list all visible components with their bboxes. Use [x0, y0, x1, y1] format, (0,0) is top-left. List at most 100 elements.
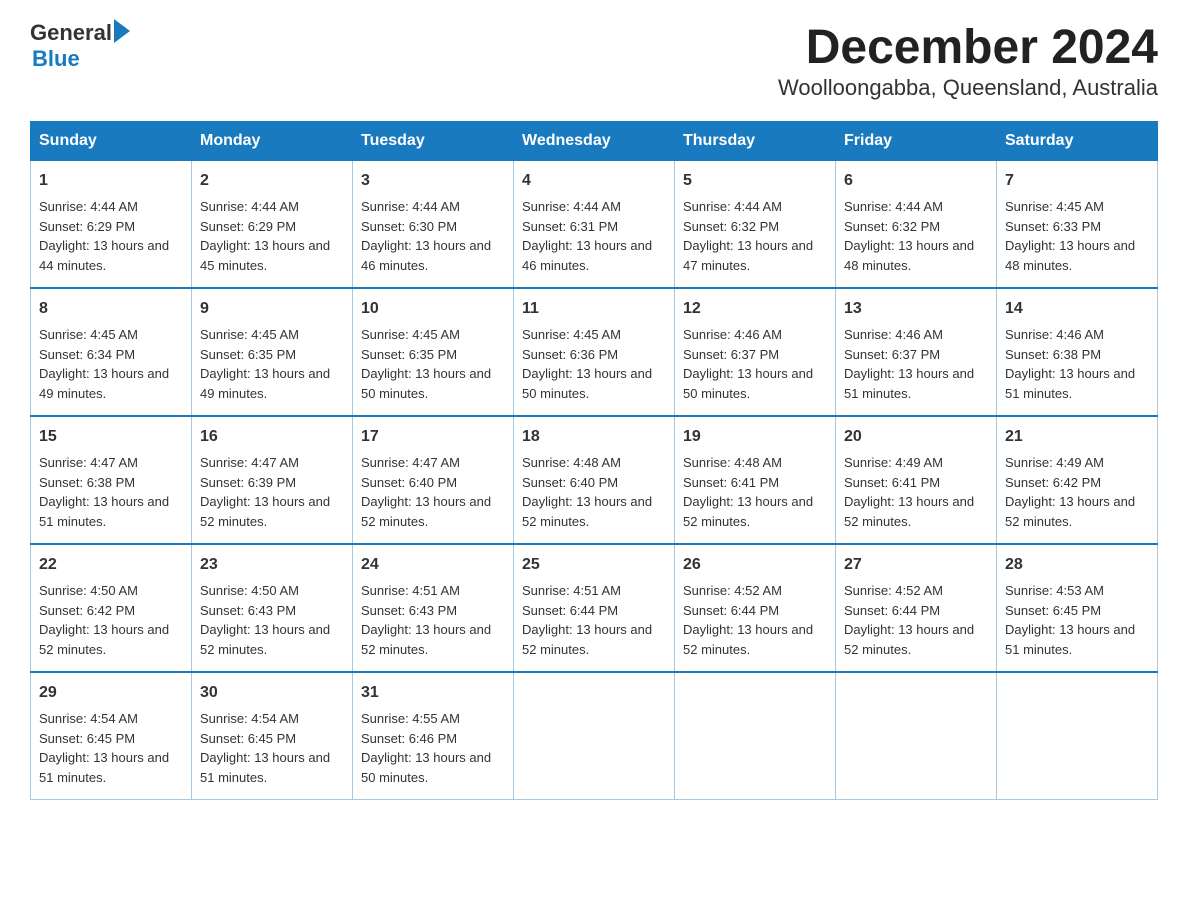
- calendar-cell: [836, 672, 997, 800]
- day-info: Sunrise: 4:45 AMSunset: 6:36 PMDaylight:…: [522, 327, 652, 401]
- day-info: Sunrise: 4:45 AMSunset: 6:34 PMDaylight:…: [39, 327, 169, 401]
- day-number: 2: [200, 169, 344, 193]
- calendar-cell: 25 Sunrise: 4:51 AMSunset: 6:44 PMDayligh…: [514, 544, 675, 672]
- calendar-cell: 8 Sunrise: 4:45 AMSunset: 6:34 PMDaylight…: [31, 288, 192, 416]
- day-number: 21: [1005, 425, 1149, 449]
- calendar-cell: 12 Sunrise: 4:46 AMSunset: 6:37 PMDayligh…: [675, 288, 836, 416]
- calendar-cell: 20 Sunrise: 4:49 AMSunset: 6:41 PMDayligh…: [836, 416, 997, 544]
- day-number: 29: [39, 681, 183, 705]
- day-number: 28: [1005, 553, 1149, 577]
- calendar-cell: 1 Sunrise: 4:44 AMSunset: 6:29 PMDaylight…: [31, 161, 192, 289]
- day-number: 11: [522, 297, 666, 321]
- day-number: 7: [1005, 169, 1149, 193]
- day-header-saturday: Saturday: [997, 122, 1158, 161]
- day-number: 17: [361, 425, 505, 449]
- day-info: Sunrise: 4:46 AMSunset: 6:38 PMDaylight:…: [1005, 327, 1135, 401]
- calendar-cell: [675, 672, 836, 800]
- calendar-cell: 28 Sunrise: 4:53 AMSunset: 6:45 PMDayligh…: [997, 544, 1158, 672]
- day-number: 19: [683, 425, 827, 449]
- day-number: 24: [361, 553, 505, 577]
- day-info: Sunrise: 4:52 AMSunset: 6:44 PMDaylight:…: [844, 583, 974, 657]
- calendar-cell: 4 Sunrise: 4:44 AMSunset: 6:31 PMDaylight…: [514, 161, 675, 289]
- day-number: 30: [200, 681, 344, 705]
- logo-arrow-icon: [114, 19, 130, 43]
- calendar-week-row: 15 Sunrise: 4:47 AMSunset: 6:38 PMDayligh…: [31, 416, 1158, 544]
- calendar-cell: 27 Sunrise: 4:52 AMSunset: 6:44 PMDayligh…: [836, 544, 997, 672]
- day-number: 15: [39, 425, 183, 449]
- day-number: 3: [361, 169, 505, 193]
- day-number: 26: [683, 553, 827, 577]
- day-number: 20: [844, 425, 988, 449]
- day-number: 23: [200, 553, 344, 577]
- day-info: Sunrise: 4:44 AMSunset: 6:29 PMDaylight:…: [39, 199, 169, 273]
- calendar-cell: 7Sunrise: 4:45 AMSunset: 6:33 PMDaylight…: [997, 161, 1158, 289]
- day-number: 12: [683, 297, 827, 321]
- calendar-cell: 11 Sunrise: 4:45 AMSunset: 6:36 PMDayligh…: [514, 288, 675, 416]
- calendar-cell: 3 Sunrise: 4:44 AMSunset: 6:30 PMDaylight…: [353, 161, 514, 289]
- calendar-cell: 22Sunrise: 4:50 AMSunset: 6:42 PMDayligh…: [31, 544, 192, 672]
- calendar-cell: 21Sunrise: 4:49 AMSunset: 6:42 PMDayligh…: [997, 416, 1158, 544]
- day-number: 25: [522, 553, 666, 577]
- day-header-friday: Friday: [836, 122, 997, 161]
- day-header-thursday: Thursday: [675, 122, 836, 161]
- day-info: Sunrise: 4:48 AMSunset: 6:41 PMDaylight:…: [683, 455, 813, 529]
- day-number: 31: [361, 681, 505, 705]
- calendar-cell: 17Sunrise: 4:47 AMSunset: 6:40 PMDayligh…: [353, 416, 514, 544]
- day-info: Sunrise: 4:47 AMSunset: 6:39 PMDaylight:…: [200, 455, 330, 529]
- day-info: Sunrise: 4:53 AMSunset: 6:45 PMDaylight:…: [1005, 583, 1135, 657]
- day-info: Sunrise: 4:49 AMSunset: 6:41 PMDaylight:…: [844, 455, 974, 529]
- day-info: Sunrise: 4:48 AMSunset: 6:40 PMDaylight:…: [522, 455, 652, 529]
- day-number: 8: [39, 297, 183, 321]
- day-info: Sunrise: 4:44 AMSunset: 6:29 PMDaylight:…: [200, 199, 330, 273]
- calendar-week-row: 1 Sunrise: 4:44 AMSunset: 6:29 PMDaylight…: [31, 161, 1158, 289]
- day-info: Sunrise: 4:55 AMSunset: 6:46 PMDaylight:…: [361, 711, 491, 785]
- page-header: General Blue December 2024 Woolloongabba…: [30, 20, 1158, 101]
- calendar-table: SundayMondayTuesdayWednesdayThursdayFrid…: [30, 121, 1158, 800]
- day-info: Sunrise: 4:51 AMSunset: 6:43 PMDaylight:…: [361, 583, 491, 657]
- day-info: Sunrise: 4:45 AMSunset: 6:35 PMDaylight:…: [200, 327, 330, 401]
- calendar-cell: 30 Sunrise: 4:54 AMSunset: 6:45 PMDayligh…: [192, 672, 353, 800]
- calendar-week-row: 8 Sunrise: 4:45 AMSunset: 6:34 PMDaylight…: [31, 288, 1158, 416]
- calendar-cell: 24 Sunrise: 4:51 AMSunset: 6:43 PMDayligh…: [353, 544, 514, 672]
- day-header-sunday: Sunday: [31, 122, 192, 161]
- calendar-cell: 6Sunrise: 4:44 AMSunset: 6:32 PMDaylight…: [836, 161, 997, 289]
- day-info: Sunrise: 4:44 AMSunset: 6:32 PMDaylight:…: [844, 199, 974, 273]
- logo: General Blue: [30, 20, 130, 72]
- calendar-week-row: 29 Sunrise: 4:54 AMSunset: 6:45 PMDayligh…: [31, 672, 1158, 800]
- day-number: 10: [361, 297, 505, 321]
- logo-general-text: General: [30, 20, 112, 46]
- calendar-cell: 23Sunrise: 4:50 AMSunset: 6:43 PMDayligh…: [192, 544, 353, 672]
- calendar-cell: 18 Sunrise: 4:48 AMSunset: 6:40 PMDayligh…: [514, 416, 675, 544]
- calendar-cell: 29Sunrise: 4:54 AMSunset: 6:45 PMDayligh…: [31, 672, 192, 800]
- day-info: Sunrise: 4:50 AMSunset: 6:42 PMDaylight:…: [39, 583, 169, 657]
- calendar-cell: 9 Sunrise: 4:45 AMSunset: 6:35 PMDaylight…: [192, 288, 353, 416]
- day-info: Sunrise: 4:44 AMSunset: 6:32 PMDaylight:…: [683, 199, 813, 273]
- day-number: 9: [200, 297, 344, 321]
- day-info: Sunrise: 4:46 AMSunset: 6:37 PMDaylight:…: [683, 327, 813, 401]
- calendar-cell: 10 Sunrise: 4:45 AMSunset: 6:35 PMDayligh…: [353, 288, 514, 416]
- day-number: 18: [522, 425, 666, 449]
- day-number: 27: [844, 553, 988, 577]
- calendar-subtitle: Woolloongabba, Queensland, Australia: [778, 75, 1158, 101]
- calendar-cell: [514, 672, 675, 800]
- day-info: Sunrise: 4:54 AMSunset: 6:45 PMDaylight:…: [200, 711, 330, 785]
- day-number: 13: [844, 297, 988, 321]
- day-number: 1: [39, 169, 183, 193]
- calendar-cell: 15 Sunrise: 4:47 AMSunset: 6:38 PMDayligh…: [31, 416, 192, 544]
- day-info: Sunrise: 4:46 AMSunset: 6:37 PMDaylight:…: [844, 327, 974, 401]
- day-info: Sunrise: 4:47 AMSunset: 6:38 PMDaylight:…: [39, 455, 169, 529]
- calendar-title: December 2024: [778, 20, 1158, 75]
- calendar-cell: 13 Sunrise: 4:46 AMSunset: 6:37 PMDayligh…: [836, 288, 997, 416]
- calendar-cell: 14 Sunrise: 4:46 AMSunset: 6:38 PMDayligh…: [997, 288, 1158, 416]
- day-info: Sunrise: 4:51 AMSunset: 6:44 PMDaylight:…: [522, 583, 652, 657]
- day-number: 4: [522, 169, 666, 193]
- day-info: Sunrise: 4:52 AMSunset: 6:44 PMDaylight:…: [683, 583, 813, 657]
- calendar-cell: 31 Sunrise: 4:55 AMSunset: 6:46 PMDayligh…: [353, 672, 514, 800]
- day-header-wednesday: Wednesday: [514, 122, 675, 161]
- day-info: Sunrise: 4:44 AMSunset: 6:30 PMDaylight:…: [361, 199, 491, 273]
- calendar-cell: 2 Sunrise: 4:44 AMSunset: 6:29 PMDaylight…: [192, 161, 353, 289]
- day-number: 14: [1005, 297, 1149, 321]
- day-info: Sunrise: 4:45 AMSunset: 6:35 PMDaylight:…: [361, 327, 491, 401]
- day-number: 5: [683, 169, 827, 193]
- day-info: Sunrise: 4:44 AMSunset: 6:31 PMDaylight:…: [522, 199, 652, 273]
